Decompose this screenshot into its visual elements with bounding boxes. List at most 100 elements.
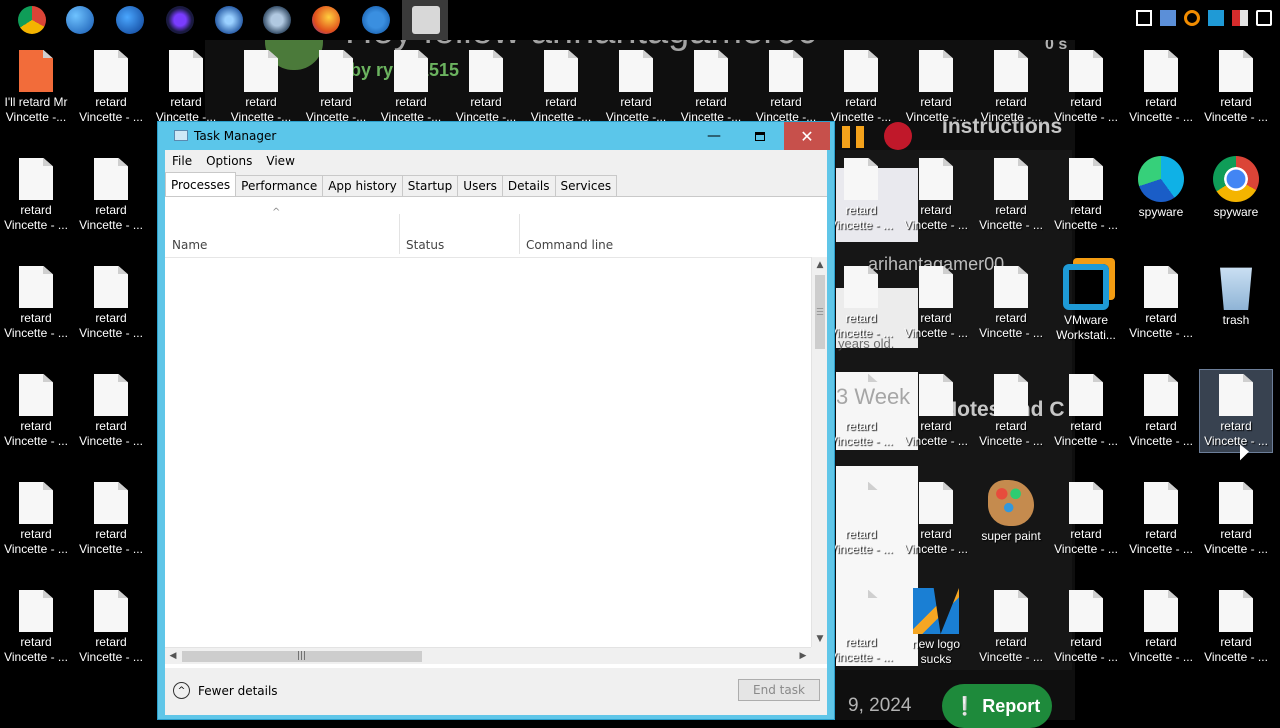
column-header-status[interactable]: Status — [399, 197, 519, 257]
desktop-icon-file[interactable]: retard Vincette - ... — [75, 482, 147, 557]
desktop-icon-spyware-chrome[interactable]: spyware — [1200, 156, 1272, 220]
desktop-icon-file[interactable]: retard Vincette - ... — [1050, 482, 1122, 557]
desktop-icon-file[interactable]: retard Vincette - ... — [1200, 482, 1272, 557]
close-button[interactable]: ✕ — [784, 122, 830, 150]
shield-icon[interactable] — [1232, 10, 1248, 26]
tab-users[interactable]: Users — [458, 175, 503, 197]
desktop-icon-file[interactable]: retard Vincette -... — [525, 50, 597, 125]
desktop-icon-file[interactable]: retard Vincette - ... — [825, 266, 897, 341]
ie-icon[interactable] — [362, 6, 390, 34]
desktop-icon-file[interactable]: retard Vincette - ... — [975, 266, 1047, 341]
desktop-icon-file[interactable]: retard Vincette - ... — [0, 590, 72, 665]
desktop-icon-file[interactable]: retard Vincette -... — [825, 50, 897, 125]
vertical-scrollbar[interactable]: ▲ — — — ▼ — [811, 257, 827, 647]
scroll-right-icon[interactable]: ▶ — [795, 648, 811, 665]
tab-startup[interactable]: Startup — [402, 175, 459, 197]
end-task-button[interactable]: End task — [738, 679, 820, 701]
desktop-icon-file[interactable]: retard Vincette - ... — [75, 374, 147, 449]
desktop-icon-file[interactable]: retard Vincette - ... — [1125, 590, 1197, 665]
desktop-icon-file[interactable]: retard Vincette -... — [225, 50, 297, 125]
desktop-icon-file[interactable]: retard Vincette - ... — [1200, 590, 1272, 665]
scroll-down-icon[interactable]: ▼ — [812, 631, 828, 647]
desktop-icon-file[interactable]: retard Vincette - ... — [0, 482, 72, 557]
tab-processes[interactable]: Processes — [165, 172, 237, 197]
menu-view[interactable]: View — [259, 150, 301, 172]
desktop-icon-file[interactable]: retard Vincette -... — [975, 50, 1047, 125]
maximize-button[interactable] — [738, 122, 782, 150]
desktop-icon-spyware[interactable]: spyware — [1125, 156, 1197, 220]
desktop-icon-newlogo[interactable]: new logo sucks — [900, 588, 972, 667]
column-header-command-line[interactable]: Command line — [519, 197, 811, 257]
desktop-icon-file[interactable]: retard Vincette - ... — [825, 158, 897, 233]
desktop-icon-file[interactable]: retard Vincette - ... — [900, 266, 972, 341]
browser-icon[interactable] — [1208, 10, 1224, 26]
desktop-icon-file[interactable]: retard Vincette - ... — [1200, 50, 1272, 125]
desktop-icon-file[interactable]: retard Vincette - ... — [0, 266, 72, 341]
desktop-icon-file[interactable]: retard Vincette - ... — [900, 482, 972, 557]
edge-icon[interactable] — [116, 6, 144, 34]
desktop-icon-file[interactable]: retard Vincette - ... — [1125, 374, 1197, 449]
desktop-icon-file[interactable]: retard Vincette -... — [600, 50, 672, 125]
desktop-icon-file[interactable]: retard Vincette - ... — [0, 374, 72, 449]
desktop-icon-file[interactable]: retard Vincette - ... — [1125, 50, 1197, 125]
gamepad-icon[interactable] — [263, 6, 291, 34]
desktop-icon-file[interactable]: retard Vincette - ... — [1125, 266, 1197, 341]
desktop-icon-file[interactable]: retard Vincette -... — [450, 50, 522, 125]
horizontal-scrollbar[interactable]: ◀ ||| ▶ — [165, 647, 811, 664]
menu-options[interactable]: Options — [199, 150, 259, 172]
desktop-icon-file[interactable]: retard Vincette - ... — [1050, 158, 1122, 233]
tab-details[interactable]: Details — [502, 175, 556, 197]
title-bar[interactable]: Task Manager — ✕ — [158, 122, 834, 150]
scroll-left-icon[interactable]: ◀ — [165, 648, 181, 665]
desktop-icon-file[interactable]: retard Vincette - ... — [975, 590, 1047, 665]
desktop-icon-file[interactable]: retard Vincette -... — [150, 50, 222, 125]
tab-services[interactable]: Services — [555, 175, 618, 197]
desktop-icon-file[interactable]: retard Vincette - ... — [1050, 50, 1122, 125]
chrome-colored-icon[interactable] — [18, 6, 46, 34]
desktop-icon-file[interactable]: retard Vincette - ... — [75, 590, 147, 665]
tab-performance[interactable]: Performance — [236, 175, 324, 197]
gear-icon[interactable] — [166, 6, 194, 34]
tab-app-history[interactable]: App history — [323, 175, 403, 197]
desktop-icon-file[interactable]: retard Vincette - ... — [975, 158, 1047, 233]
desktop-icon-file[interactable]: retard Vincette - ... — [1050, 590, 1122, 665]
desktop-icon-vmware[interactable]: VMware Workstati... — [1050, 264, 1122, 343]
fewer-details-button[interactable]: ^ Fewer details — [173, 682, 278, 699]
desktop-icon-file[interactable]: retard Vincette - ... — [1050, 374, 1122, 449]
desktop-icon-trash[interactable]: trash — [1200, 264, 1272, 328]
desktop-icon-file[interactable]: retard Vincette - ... — [1125, 482, 1197, 557]
file-icon[interactable] — [1256, 10, 1272, 26]
maximize-icon — [755, 131, 765, 141]
desktop-icon-file[interactable]: retard Vincette - ... — [900, 374, 972, 449]
firefox-icon[interactable] — [312, 6, 340, 34]
desktop-icon-file[interactable]: retard Vincette - ... — [825, 482, 897, 557]
desktop-icon-file[interactable]: retard Vincette - ... — [75, 158, 147, 233]
desktop-icon-file[interactable]: retard Vincette -... — [675, 50, 747, 125]
search-icon[interactable] — [1184, 10, 1200, 26]
desktop-icon-file[interactable]: retard Vincette -... — [300, 50, 372, 125]
window-icon[interactable] — [1136, 10, 1152, 26]
desktop-icon-file[interactable]: retard Vincette - ... — [75, 50, 147, 125]
scroll-up-icon[interactable]: ▲ — [812, 257, 828, 273]
globe-icon[interactable] — [66, 6, 94, 34]
desktop-icon-file[interactable]: retard Vincette -... — [375, 50, 447, 125]
save-icon[interactable] — [1160, 10, 1176, 26]
desktop-icon-file-selected[interactable]: retard Vincette - ... — [1199, 369, 1273, 453]
column-header-name[interactable]: ^ Name — [165, 197, 399, 257]
minimize-button[interactable]: — — [692, 122, 736, 150]
desktop-icon-file[interactable]: retard Vincette - ... — [975, 374, 1047, 449]
wing-icon[interactable] — [215, 6, 243, 34]
desktop-icon-file[interactable]: retard Vincette - ... — [825, 374, 897, 449]
desktop-icon-file[interactable]: I'll retard Mr Vincette -... — [0, 50, 72, 125]
process-list[interactable] — [165, 257, 811, 647]
desktop-icon-file[interactable]: retard Vincette -... — [750, 50, 822, 125]
desktop-icon-file[interactable]: retard Vincette - ... — [75, 266, 147, 341]
report-button[interactable]: ❕ Report — [942, 684, 1052, 728]
desktop-icon-file[interactable]: retard Vincette -... — [900, 50, 972, 125]
desktop-icon-file[interactable]: retard Vincette - ... — [900, 158, 972, 233]
menu-file[interactable]: File — [165, 150, 199, 172]
desktop-icon-superpaint[interactable]: super paint — [975, 480, 1047, 544]
desktop-icon-file[interactable]: retard Vincette - ... — [825, 590, 897, 665]
desktop-icon-file[interactable]: retard Vincette - ... — [0, 158, 72, 233]
folder-icon[interactable] — [412, 6, 440, 34]
